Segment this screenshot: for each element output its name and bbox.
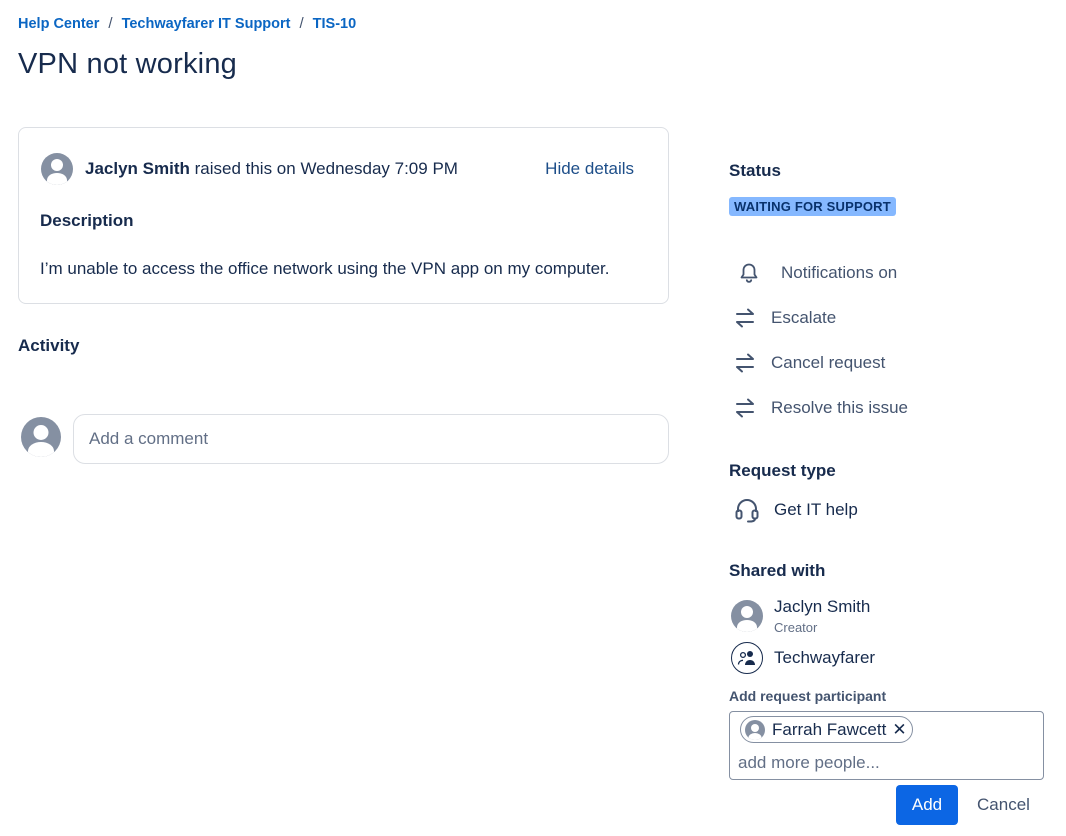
description-heading: Description [40, 211, 134, 230]
transition-arrows-icon [733, 306, 757, 330]
participant-chip: Farrah Fawcett ✕ [740, 716, 913, 743]
comment-input[interactable] [73, 414, 669, 464]
breadcrumb-issue-key[interactable]: TIS-10 [313, 16, 357, 32]
breadcrumb: Help Center / Techwayfarer IT Support / … [18, 15, 356, 32]
cancel-request-action[interactable]: Cancel request [733, 351, 885, 375]
notifications-toggle[interactable]: Notifications on [737, 261, 897, 285]
remove-participant-icon[interactable]: ✕ [892, 721, 906, 738]
reporter-name: Jaclyn Smith [85, 159, 190, 178]
page-title: VPN not working [18, 48, 237, 80]
cancel-request-label: Cancel request [771, 353, 886, 372]
breadcrumb-help-center[interactable]: Help Center [18, 16, 99, 32]
shared-organization-row: Techwayfarer [731, 642, 875, 674]
user-avatar-icon [21, 417, 61, 457]
shared-person-name: Jaclyn Smith [774, 597, 871, 616]
request-type-heading: Request type [729, 461, 836, 480]
bell-icon [737, 261, 761, 285]
shared-person-role: Creator [774, 620, 818, 635]
user-avatar-icon [745, 719, 765, 740]
resolve-issue-label: Resolve this issue [771, 398, 909, 417]
raised-by-line: Jaclyn Smith raised this on Wednesday 7:… [41, 153, 634, 185]
raised-timestamp: raised this on Wednesday 7:09 PM [194, 159, 458, 178]
add-participant-label: Add request participant [729, 688, 887, 704]
escalate-label: Escalate [771, 308, 837, 327]
breadcrumb-service-project[interactable]: Techwayfarer IT Support [122, 16, 291, 32]
cancel-button[interactable]: Cancel [965, 785, 1042, 825]
user-avatar-icon [731, 600, 763, 632]
participant-chip-name: Farrah Fawcett [772, 719, 887, 739]
description-text: I’m unable to access the office network … [40, 259, 610, 278]
breadcrumb-separator: / [108, 15, 113, 32]
activity-heading: Activity [18, 336, 80, 355]
status-heading: Status [729, 161, 781, 180]
transition-arrows-icon [733, 396, 757, 420]
participant-picker[interactable]: Farrah Fawcett ✕ [729, 711, 1044, 780]
organization-icon [731, 642, 763, 674]
request-type: Get IT help [734, 497, 858, 523]
add-people-input[interactable] [738, 751, 1028, 775]
request-details-card: Jaclyn Smith raised this on Wednesday 7:… [18, 127, 669, 304]
headset-icon [734, 497, 760, 523]
status-badge: WAITING FOR SUPPORT [729, 197, 896, 216]
add-button[interactable]: Add [896, 785, 958, 825]
user-avatar-icon [41, 153, 73, 185]
shared-organization-name: Techwayfarer [774, 648, 876, 667]
shared-person-row: Jaclyn Smith Creator [731, 597, 870, 635]
resolve-issue-action[interactable]: Resolve this issue [733, 396, 908, 420]
breadcrumb-separator: / [299, 15, 304, 32]
shared-with-heading: Shared with [729, 561, 826, 580]
transition-arrows-icon [733, 351, 757, 375]
request-type-label: Get IT help [774, 500, 858, 519]
notifications-label: Notifications on [781, 263, 898, 282]
escalate-action[interactable]: Escalate [733, 306, 836, 330]
hide-details-link[interactable]: Hide details [545, 159, 634, 179]
